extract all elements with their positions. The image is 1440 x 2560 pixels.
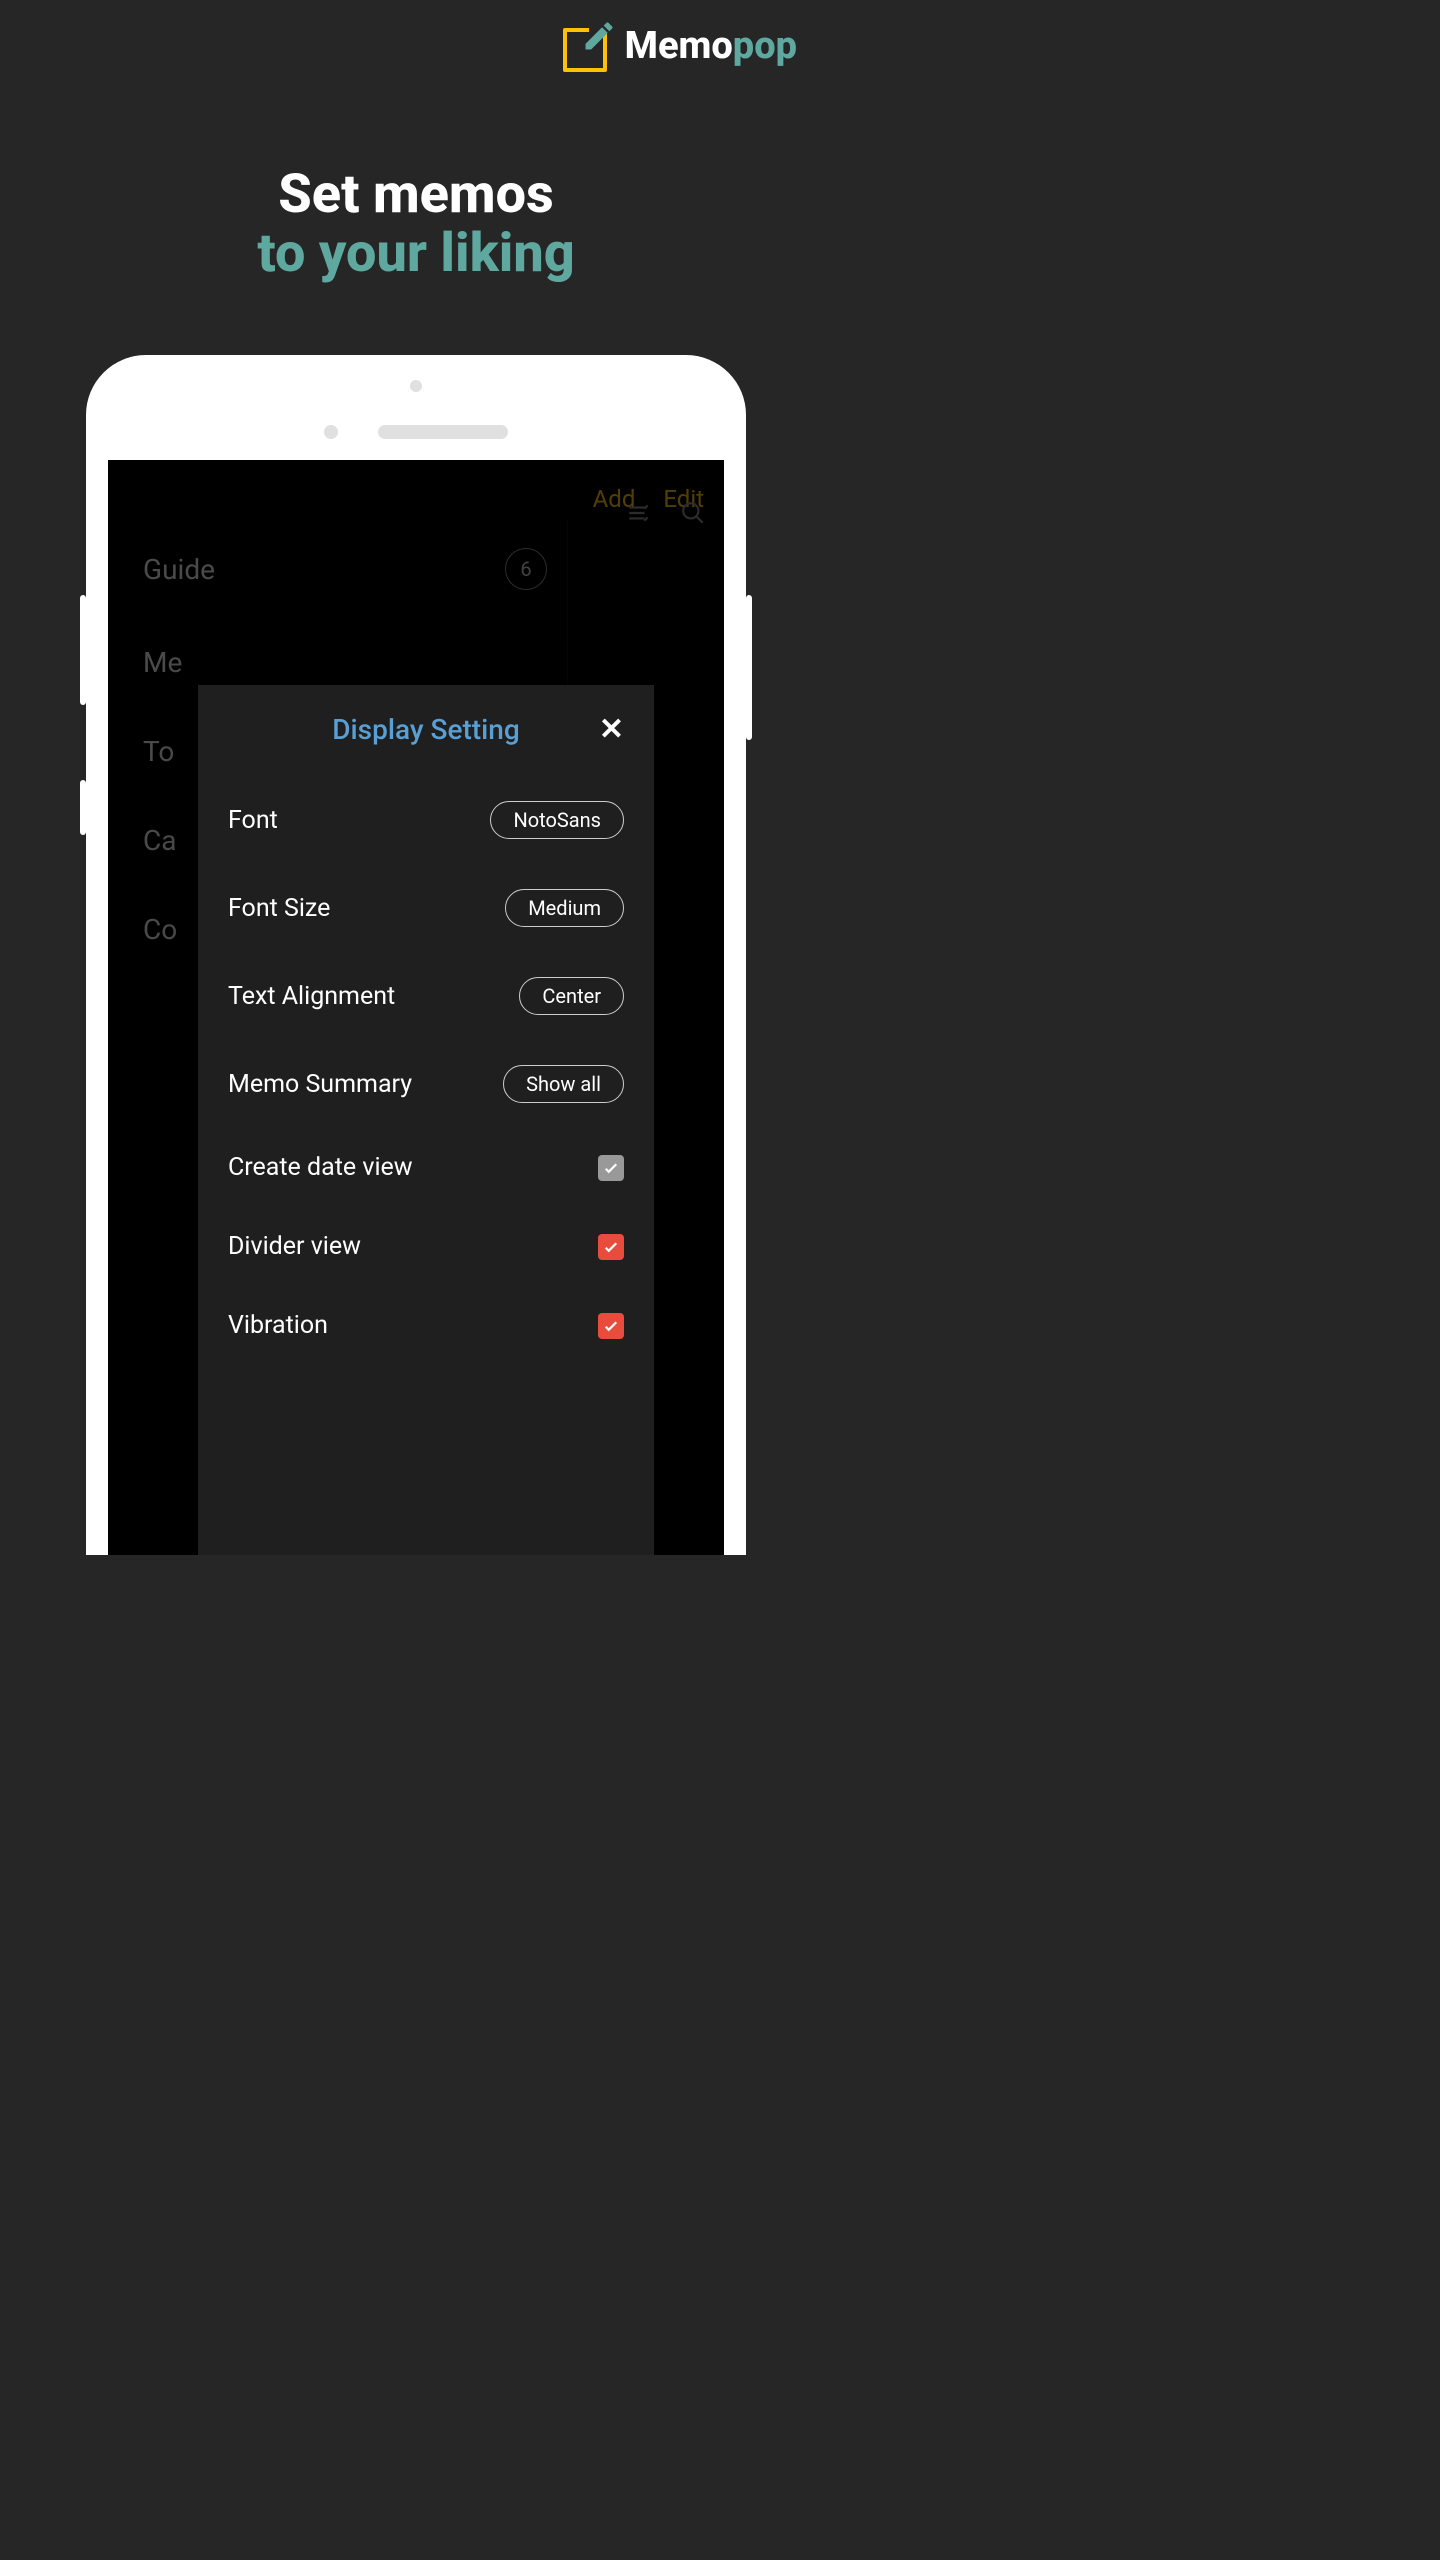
setting-row-font: Font NotoSans [228,776,624,864]
setting-value-font-size[interactable]: Medium [505,889,624,927]
setting-row-memo-summary: Memo Summary Show all [228,1040,624,1128]
close-icon[interactable]: ✕ [599,715,624,745]
sidebar-item-label: Co [143,913,177,946]
setting-row-create-date-view: Create date view [228,1128,624,1207]
phone-screen: Add Edit Guide 6 Me [108,460,724,1555]
setting-label: Divider view [228,1232,361,1261]
phone-front-camera [324,425,338,439]
setting-label: Create date view [228,1153,413,1182]
display-setting-modal: Display Setting ✕ Font NotoSans Font Siz… [198,685,654,1555]
phone-frame: Add Edit Guide 6 Me [86,355,746,1555]
checkbox-vibration[interactable] [598,1313,624,1339]
modal-title: Display Setting [332,713,519,746]
search-icon[interactable] [680,500,706,526]
setting-row-font-size: Font Size Medium [228,864,624,952]
logo-icon [563,20,615,72]
sidebar-item-label: Guide [143,553,215,586]
check-icon [602,1238,620,1256]
check-icon [602,1317,620,1335]
tagline: Set memos to your liking [0,165,832,284]
tagline-line-2: to your liking [0,224,832,283]
app-logo: Memopop [563,20,797,72]
sidebar-item-label: Me [143,646,182,679]
pencil-icon [581,18,617,54]
setting-label: Vibration [228,1311,328,1340]
setting-row-divider-view: Divider view [228,1207,624,1286]
sidebar-item-count: 6 [505,548,547,590]
setting-label: Font Size [228,894,330,923]
sort-icon[interactable] [626,500,652,526]
tagline-line-1: Set memos [0,165,832,224]
logo-text: Memopop [625,24,797,68]
checkbox-divider-view[interactable] [598,1234,624,1260]
setting-label: Font [228,806,278,835]
setting-value-text-alignment[interactable]: Center [519,977,624,1015]
sidebar-item-label: To [143,735,174,768]
checkbox-create-date-view[interactable] [598,1155,624,1181]
setting-value-font[interactable]: NotoSans [490,801,624,839]
check-icon [602,1159,620,1177]
setting-row-text-alignment: Text Alignment Center [228,952,624,1040]
setting-row-vibration: Vibration [228,1286,624,1365]
sidebar-item-label: Ca [143,824,176,857]
setting-label: Text Alignment [228,982,395,1011]
phone-power-button [746,595,752,740]
phone-camera-dot [410,380,422,392]
setting-label: Memo Summary [228,1070,412,1099]
phone-speaker [378,425,508,439]
sidebar-item-guide[interactable]: Guide 6 [108,520,567,618]
setting-value-memo-summary[interactable]: Show all [503,1065,624,1103]
